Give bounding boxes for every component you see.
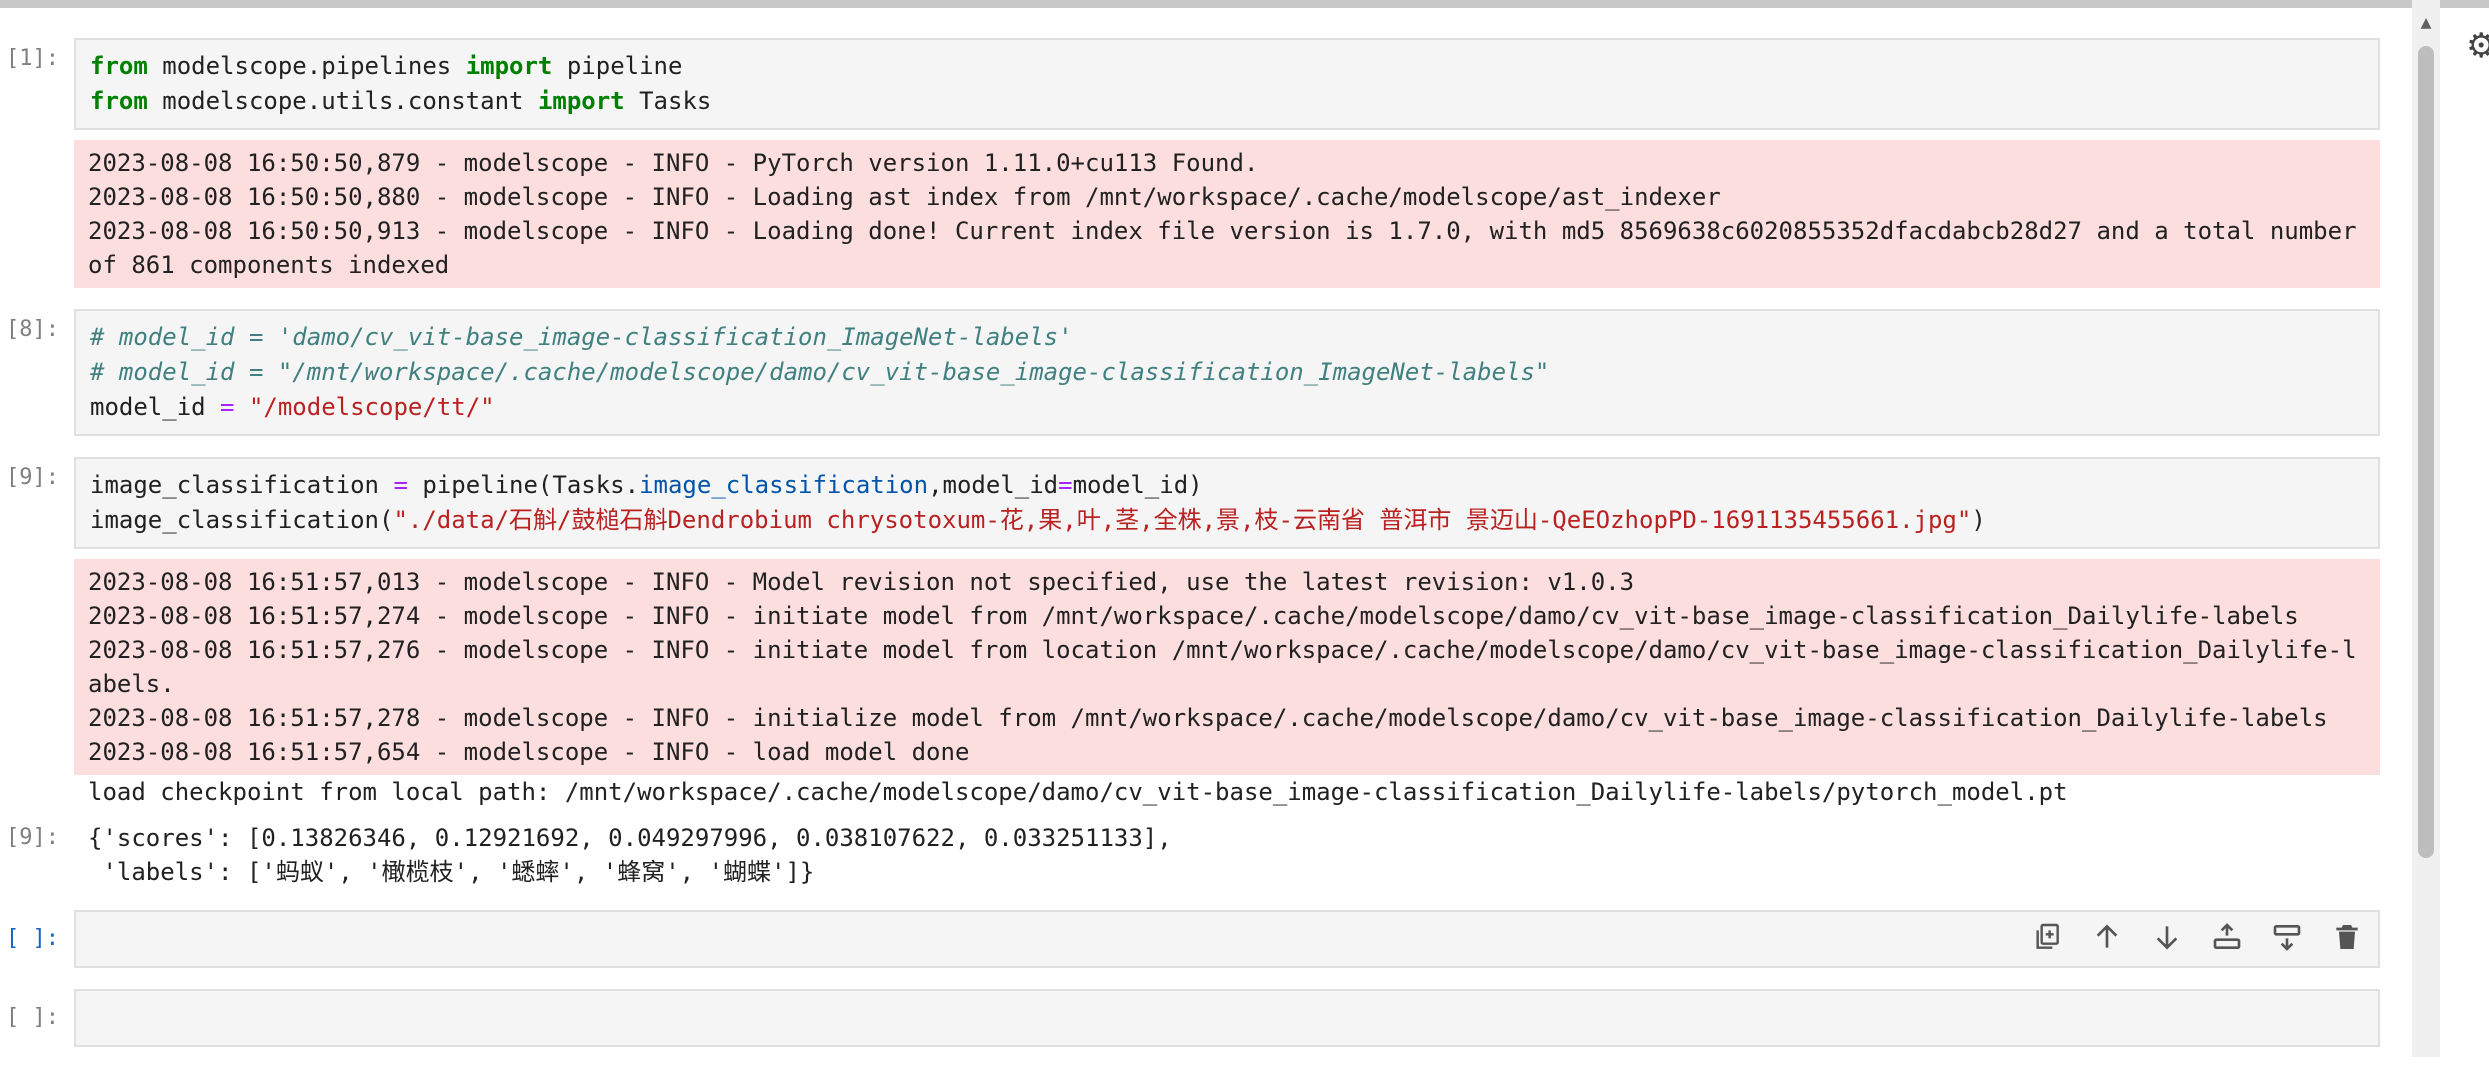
code-token: # model_id = 'damo/cv_vit-base_image-cla… — [90, 323, 1073, 351]
stderr-output: 2023-08-08 16:51:57,013 - modelscope - I… — [74, 559, 2380, 775]
code-token: from — [90, 52, 148, 80]
scroll-up-arrow-icon[interactable]: ▲ — [2412, 8, 2440, 38]
code-token: = — [220, 393, 235, 421]
cell-toolbar — [2028, 918, 2366, 956]
code-token: = — [393, 471, 408, 499]
code-editor[interactable]: image_classification = pipeline(Tasks.im… — [74, 457, 2380, 549]
code-cell[interactable]: [ ]: — [0, 989, 2400, 1047]
code-line: image_classification("./data/石斛/鼓槌石斛Dend… — [90, 503, 2364, 538]
cell-prompt: [1]: — [6, 46, 59, 71]
vertical-scrollbar[interactable]: ▲ — [2412, 0, 2440, 1057]
code-editor[interactable]: from modelscope.pipelines import pipelin… — [74, 38, 2380, 130]
code-token: model_id — [90, 393, 221, 421]
insert-above-icon[interactable] — [2208, 918, 2246, 956]
code-line: # model_id = "/mnt/workspace/.cache/mode… — [90, 355, 2364, 390]
code-token: pipeline — [552, 52, 683, 80]
duplicate-icon[interactable] — [2028, 918, 2066, 956]
code-token: Tasks — [624, 87, 712, 115]
insert-below-icon[interactable] — [2268, 918, 2306, 956]
result-output: {'scores': [0.13826346, 0.12921692, 0.04… — [88, 824, 1172, 886]
cell-prompt: [9]: — [6, 465, 59, 490]
scroll-thumb[interactable] — [2418, 46, 2434, 858]
move-up-icon[interactable] — [2088, 918, 2126, 956]
code-cell[interactable]: [8]: # model_id = 'damo/cv_vit-base_imag… — [0, 309, 2400, 436]
cell-prompt: [ ]: — [6, 926, 59, 951]
stdout-output: load checkpoint from local path: /mnt/wo… — [88, 778, 2068, 806]
code-line: from modelscope.utils.constant import Ta… — [90, 84, 2364, 119]
code-token: import — [537, 87, 625, 115]
gear-icon[interactable]: ⚙ — [2466, 26, 2489, 66]
code-token: = — [1058, 471, 1073, 499]
code-token: "./data/石斛/鼓槌石斛Dendrobium chrysotoxum-花,… — [393, 506, 1972, 534]
top-border — [0, 0, 2489, 8]
cell-prompt: [8]: — [6, 317, 59, 342]
code-token: "/modelscope/tt/" — [248, 393, 495, 421]
code-line: from modelscope.pipelines import pipelin… — [90, 49, 2364, 84]
code-line: image_classification = pipeline(Tasks.im… — [90, 468, 2364, 503]
code-editor[interactable] — [74, 989, 2380, 1047]
code-token: ) — [1971, 506, 1986, 534]
code-cell[interactable]: [1]: from modelscope.pipelines import pi… — [0, 38, 2400, 288]
code-line: model_id = "/modelscope/tt/" — [90, 390, 2364, 425]
code-token: image_classification — [90, 471, 394, 499]
stderr-output: 2023-08-08 16:50:50,879 - modelscope - I… — [74, 140, 2380, 288]
code-token: image_classification( — [90, 506, 394, 534]
result-prompt: [9]: — [6, 825, 59, 850]
code-editor[interactable]: # model_id = 'damo/cv_vit-base_image-cla… — [74, 309, 2380, 436]
code-token: # model_id = "/mnt/workspace/.cache/mode… — [90, 358, 1550, 386]
code-cell-active[interactable]: [ ]: — [0, 910, 2400, 968]
code-token: model_id) — [1072, 471, 1203, 499]
notebook: [1]: from modelscope.pipelines import pi… — [0, 38, 2400, 1068]
code-token: modelscope.utils.constant — [147, 87, 538, 115]
code-token: ,model_id — [928, 471, 1059, 499]
code-token: import — [465, 52, 553, 80]
code-line: # model_id = 'damo/cv_vit-base_image-cla… — [90, 320, 2364, 355]
delete-icon[interactable] — [2328, 918, 2366, 956]
code-token: image_classification — [639, 471, 929, 499]
code-token: from — [90, 87, 148, 115]
move-down-icon[interactable] — [2148, 918, 2186, 956]
code-cell[interactable]: [9]: image_classification = pipeline(Tas… — [0, 457, 2400, 889]
code-token: pipeline(Tasks. — [407, 471, 640, 499]
cell-prompt: [ ]: — [6, 1005, 59, 1030]
code-token: modelscope.pipelines — [147, 52, 466, 80]
